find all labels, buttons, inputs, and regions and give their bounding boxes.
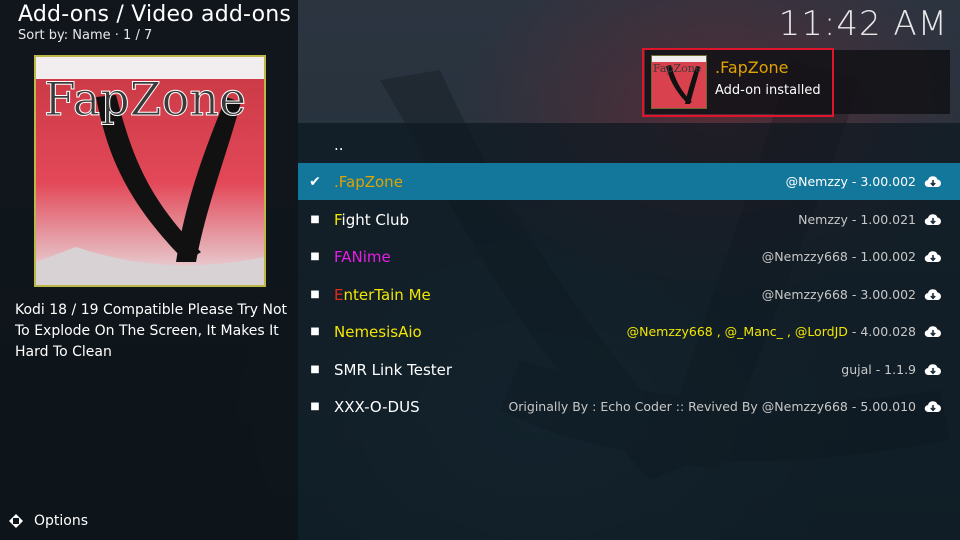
addon-description: Kodi 18 / 19 Compatible Please Try Not T… <box>15 302 288 360</box>
options-label: Options <box>34 513 89 529</box>
breadcrumb-title: Add-ons / Video add-ons <box>18 2 292 27</box>
list-item[interactable]: ■ XXX-O-DUS Originally By : Echo Coder :: … <box>298 388 960 425</box>
list-item-label: FANime <box>334 247 391 266</box>
bullet-icon: ■ <box>310 251 320 262</box>
list-item-meta: @Nemzzy668 - 3.00.002 <box>761 287 916 302</box>
list-item-meta: @Nemzzy668 - 1.00.002 <box>761 249 916 264</box>
list-item-meta: Nemzzy - 1.00.021 <box>798 212 916 227</box>
sort-info[interactable]: Sort by: Name · 1 / 7 <box>18 28 152 43</box>
list-item-meta: @Nemzzy668 , @_Manc_ , @LordJD - 4.00.02… <box>626 324 916 339</box>
download-cloud-icon <box>924 325 941 337</box>
list-item-meta: @Nemzzy - 3.00.002 <box>785 174 916 189</box>
options-button[interactable]: Options <box>8 511 88 531</box>
download-cloud-icon <box>924 213 941 225</box>
bullet-icon: ■ <box>310 214 320 225</box>
list-item-label: XXX-O-DUS <box>334 397 420 416</box>
bullet-icon: ■ <box>310 364 320 375</box>
list-item-meta: Originally By : Echo Coder :: Revived By… <box>508 399 916 414</box>
list-item-label: NemesisAio <box>334 322 422 341</box>
parent-folder-label: .. <box>334 135 344 154</box>
list-item[interactable]: ■ SMR Link Tester gujal - 1.1.9 <box>298 351 960 388</box>
list-item-label: EnterTain Me <box>334 285 431 304</box>
list-item-label: SMR Link Tester <box>334 360 453 379</box>
download-cloud-icon <box>924 363 941 375</box>
download-cloud-icon <box>924 250 941 262</box>
bullet-icon: ■ <box>310 401 320 412</box>
list-item-label: .FapZone <box>334 172 403 191</box>
list-item[interactable]: ■ NemesisAio @Nemzzy668 , @_Manc_ , @LordJ… <box>298 313 960 350</box>
clock: 11:42 AM <box>778 4 948 44</box>
notification-thumbnail: FapZone <box>651 55 707 109</box>
options-arrows-icon <box>9 514 23 528</box>
list-item-meta: gujal - 1.1.9 <box>841 362 916 377</box>
list-item[interactable]: ✔ .FapZone @Nemzzy - 3.00.002 <box>298 163 960 200</box>
addon-thumbnail: FapZone <box>34 55 266 287</box>
download-cloud-icon <box>924 400 941 412</box>
notification-title: .FapZone <box>715 58 789 77</box>
bullet-icon: ■ <box>310 289 320 300</box>
list-item[interactable]: ■ EnterTain Me @Nemzzy668 - 3.00.002 <box>298 276 960 313</box>
download-cloud-icon <box>924 288 941 300</box>
notification-message: Add-on installed <box>715 83 821 98</box>
thumbnail-logo-text: FapZone <box>44 72 246 126</box>
installed-check-icon: ✔ <box>309 173 321 190</box>
list-item-parent[interactable]: .. <box>298 126 960 163</box>
notification-logo-text: FapZone <box>653 62 701 75</box>
bullet-icon: ■ <box>310 326 320 337</box>
list-item[interactable]: ■ FANime @Nemzzy668 - 1.00.002 <box>298 238 960 275</box>
list-item[interactable]: ■ Fight Club Nemzzy - 1.00.021 <box>298 201 960 238</box>
list-item-label: Fight Club <box>334 210 410 229</box>
download-cloud-icon <box>924 175 941 187</box>
